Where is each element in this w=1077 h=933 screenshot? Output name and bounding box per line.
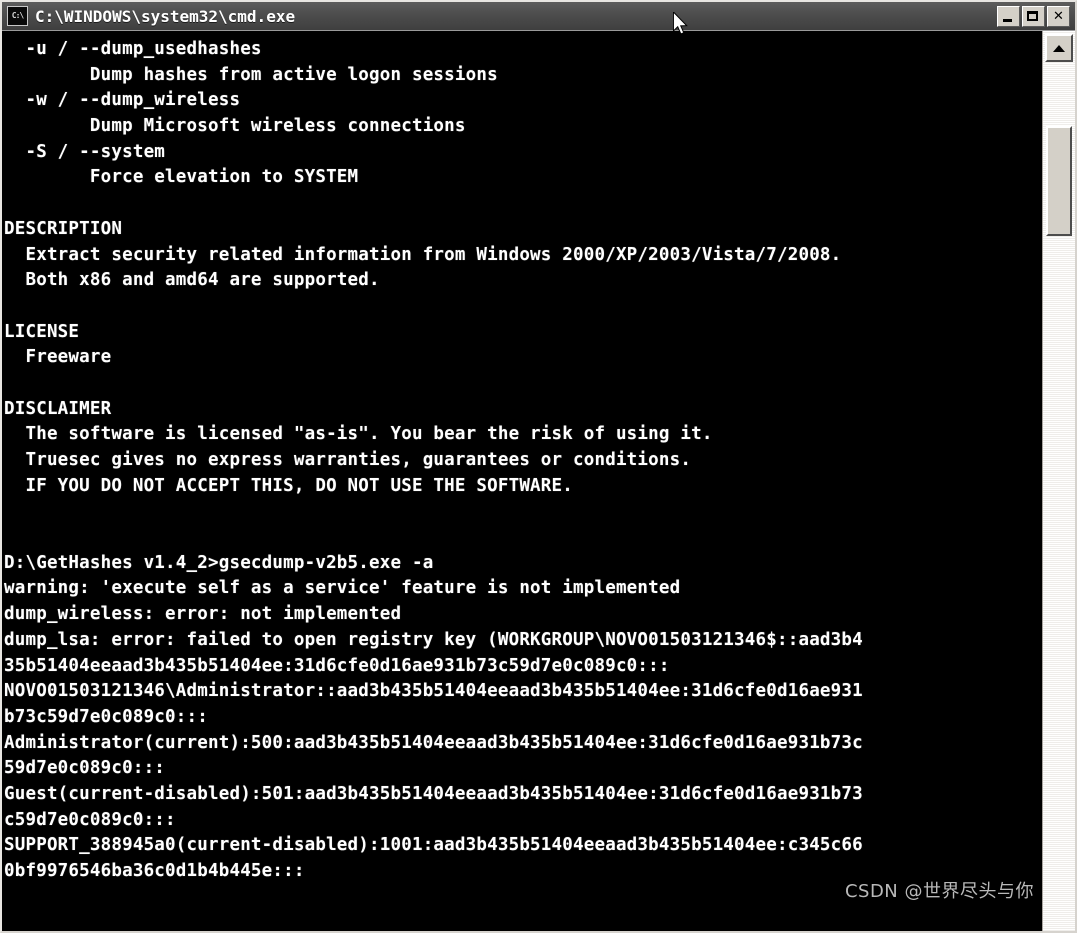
console-line: Freeware xyxy=(4,347,112,368)
console-line: dump_wireless: error: not implemented xyxy=(4,604,402,625)
console-line: -w / --dump_wireless xyxy=(4,90,241,111)
console-line: 35b51404eeaad3b435b51404ee:31d6cfe0d16ae… xyxy=(4,655,670,676)
maximize-button[interactable] xyxy=(1022,5,1045,27)
console-line: warning: 'execute self as a service' fea… xyxy=(4,578,681,599)
console-line: Truesec gives no express warranties, gua… xyxy=(4,450,692,470)
console-line: IF YOU DO NOT ACCEPT THIS, DO NOT USE TH… xyxy=(4,475,574,496)
console-output-area[interactable]: -u / --dump_usedhashes Dump hashes from … xyxy=(2,31,1042,931)
window-controls: ✕ xyxy=(997,5,1072,27)
window-body: -u / --dump_usedhashes Dump hashes from … xyxy=(2,31,1075,931)
console-line: Both x86 and amd64 are supported. xyxy=(4,270,380,291)
vertical-scrollbar[interactable] xyxy=(1042,31,1075,931)
maximize-icon xyxy=(1027,10,1038,21)
scrollbar-thumb[interactable] xyxy=(1046,126,1072,236)
console-line: Administrator(current):500:aad3b435b5140… xyxy=(4,732,863,753)
console-line: Force elevation to SYSTEM xyxy=(4,167,359,188)
minimize-icon xyxy=(1003,18,1012,22)
console-line: b73c59d7e0c089c0::: xyxy=(4,706,208,727)
window-title: C:\WINDOWS\system32\cmd.exe xyxy=(35,6,296,26)
console-line: DESCRIPTION xyxy=(4,218,123,239)
console-line: SUPPORT_388945a0(current-disabled):1001:… xyxy=(4,835,863,856)
console-line: -S / --system xyxy=(4,141,166,162)
console-line: dump_lsa: error: failed to open registry… xyxy=(4,629,863,650)
console-line: NOVO01503121346\Administrator::aad3b435b… xyxy=(4,681,863,702)
console-text: -u / --dump_usedhashes Dump hashes from … xyxy=(4,37,1042,931)
console-line: Extract security related information fro… xyxy=(4,244,842,265)
console-line: c59d7e0c089c0::: xyxy=(4,809,176,830)
cmd-window: C:\ C:\WINDOWS\system32\cmd.exe ✕ -u / -… xyxy=(0,0,1077,933)
scroll-up-button[interactable] xyxy=(1045,34,1073,62)
console-line: Dump hashes from active logon sessions xyxy=(4,64,498,85)
close-icon: ✕ xyxy=(1053,8,1064,24)
chevron-up-icon xyxy=(1053,44,1065,52)
console-line: 0bf9976546ba36c0d1b4b445e::: xyxy=(4,861,305,881)
console-line: 59d7e0c089c0::: xyxy=(4,758,166,779)
console-line: DISCLAIMER xyxy=(4,398,112,419)
cmd-icon: C:\ xyxy=(7,6,28,26)
console-line: Guest(current-disabled):501:aad3b435b514… xyxy=(4,783,863,804)
close-button[interactable]: ✕ xyxy=(1047,5,1070,27)
console-line: Dump Microsoft wireless connections xyxy=(4,116,466,137)
console-line: The software is licensed "as-is". You be… xyxy=(4,424,713,445)
console-line: LICENSE xyxy=(4,321,80,342)
title-bar[interactable]: C:\ C:\WINDOWS\system32\cmd.exe ✕ xyxy=(2,2,1075,31)
console-line: -u / --dump_usedhashes xyxy=(4,39,262,59)
minimize-button[interactable] xyxy=(997,5,1020,27)
console-line: D:\GetHashes v1.4_2>gsecdump-v2b5.exe -a xyxy=(4,552,434,573)
